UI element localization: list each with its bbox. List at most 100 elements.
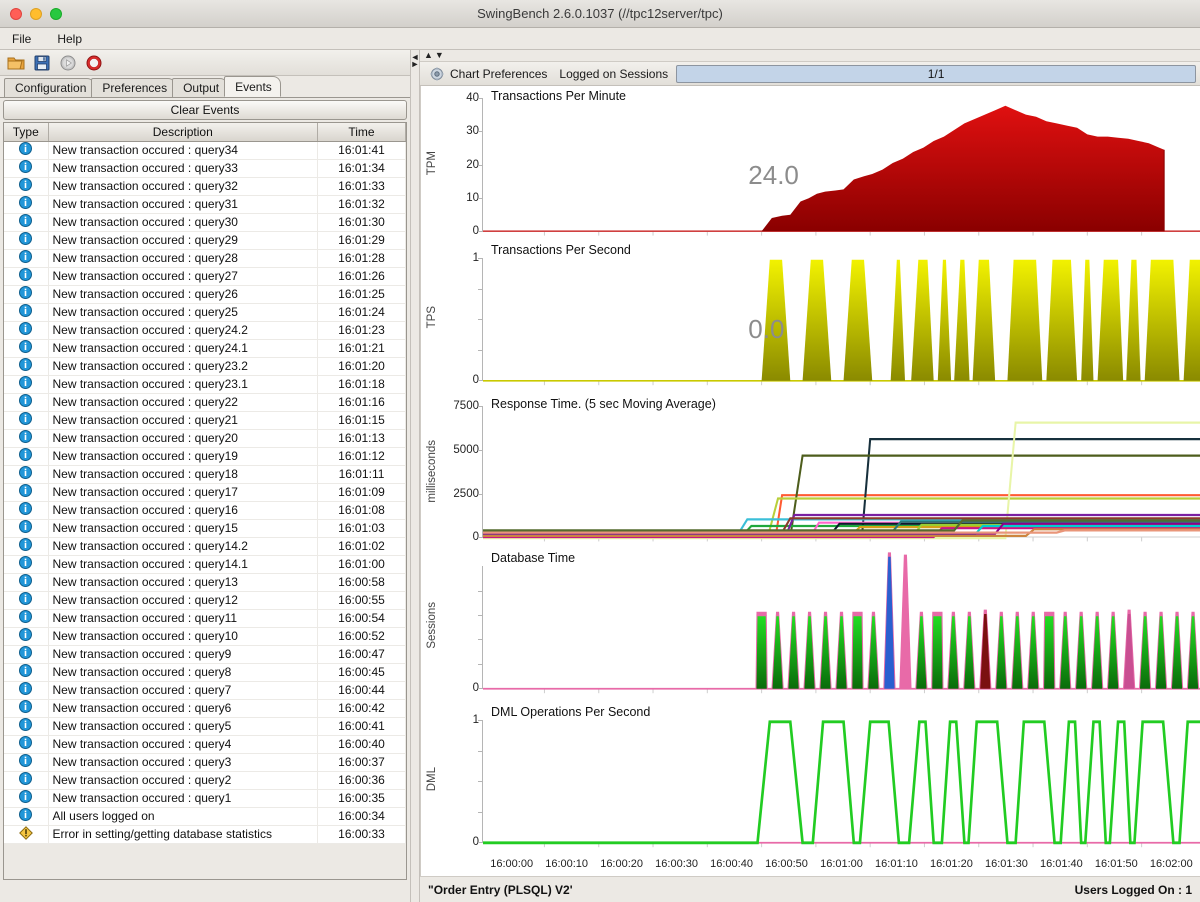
panel-splitter[interactable]: ◄ ► xyxy=(410,50,420,902)
save-icon[interactable] xyxy=(32,53,52,73)
table-row[interactable]: New transaction occured : query14.2 16:01… xyxy=(4,537,406,556)
tps-ylabel-col: TPS xyxy=(421,240,443,394)
collapse-down-arrow-icon[interactable]: ▼ xyxy=(435,51,444,60)
chart-dml-operations[interactable]: DML 01 DML Operations Per Second xyxy=(421,702,1200,856)
tab-configuration[interactable]: Configuration xyxy=(4,78,96,97)
table-row[interactable]: New transaction occured : query18 16:01:1… xyxy=(4,465,406,484)
table-row[interactable]: New transaction occured : query22 16:01:1… xyxy=(4,393,406,412)
stop-icon[interactable] xyxy=(84,53,104,73)
users-logged-on: Users Logged On : 1 xyxy=(1074,882,1192,897)
table-row[interactable]: New transaction occured : query29 16:01:2… xyxy=(4,231,406,250)
info-icon xyxy=(19,394,33,410)
event-type-cell xyxy=(4,393,49,412)
table-row[interactable]: New transaction occured : query27 16:01:2… xyxy=(4,267,406,286)
table-row[interactable]: New transaction occured : query1 16:00:35 xyxy=(4,789,406,808)
info-icon xyxy=(19,232,33,248)
table-row[interactable]: New transaction occured : query4 16:00:40 xyxy=(4,735,406,754)
table-row[interactable]: Error in setting/getting database statis… xyxy=(4,825,406,844)
table-row[interactable]: New transaction occured : query32 16:01:3… xyxy=(4,177,406,196)
sessions-progress-value: 1/1 xyxy=(927,66,945,81)
event-description-cell: New transaction occured : query2 xyxy=(48,771,318,790)
table-row[interactable]: New transaction occured : query26 16:01:2… xyxy=(4,285,406,304)
table-row[interactable]: New transaction occured : query9 16:00:47 xyxy=(4,645,406,664)
event-type-cell xyxy=(4,627,49,646)
info-icon xyxy=(19,376,33,392)
chart-database-time[interactable]: Sessions 0 Database Time xyxy=(421,548,1200,702)
column-header-type[interactable]: Type xyxy=(4,123,49,142)
event-description-cell: New transaction occured : query32 xyxy=(48,177,318,196)
dbt-svg xyxy=(483,552,1200,694)
table-row[interactable]: New transaction occured : query13 16:00:5… xyxy=(4,573,406,592)
table-row[interactable]: New transaction occured : query21 16:01:1… xyxy=(4,411,406,430)
tps-plot[interactable]: Transactions Per Second 0.0 xyxy=(483,240,1200,394)
chart-response-time[interactable]: milliseconds 0 2500 5000 7500 Response T… xyxy=(421,394,1200,548)
event-description-cell: New transaction occured : query27 xyxy=(48,267,318,286)
table-row[interactable]: New transaction occured : query17 16:01:0… xyxy=(4,483,406,502)
table-row[interactable]: New transaction occured : query12 16:00:5… xyxy=(4,591,406,610)
clear-events-button[interactable]: Clear Events xyxy=(3,100,407,120)
table-row[interactable]: New transaction occured : query11 16:00:5… xyxy=(4,609,406,628)
x-axis-tick-label: 16:01:50 xyxy=(1094,858,1138,870)
table-row[interactable]: New transaction occured : query20 16:01:1… xyxy=(4,429,406,448)
collapse-up-arrow-icon[interactable]: ▲ xyxy=(424,51,433,60)
event-type-cell xyxy=(4,573,49,592)
table-row[interactable]: New transaction occured : query14.1 16:01… xyxy=(4,555,406,574)
table-row[interactable]: New transaction occured : query24.1 16:01… xyxy=(4,339,406,358)
event-description-cell: All users logged on xyxy=(48,807,318,826)
table-row[interactable]: New transaction occured : query16 16:01:0… xyxy=(4,501,406,520)
table-row[interactable]: New transaction occured : query5 16:00:41 xyxy=(4,717,406,736)
table-row[interactable]: New transaction occured : query28 16:01:2… xyxy=(4,249,406,268)
info-icon xyxy=(19,412,33,425)
table-row[interactable]: New transaction occured : query23.2 16:01… xyxy=(4,357,406,376)
tab-output[interactable]: Output xyxy=(172,78,229,97)
event-time-cell: 16:01:21 xyxy=(317,339,406,358)
table-row[interactable]: New transaction occured : query34 16:01:4… xyxy=(4,141,406,160)
table-row[interactable]: New transaction occured : query7 16:00:44 xyxy=(4,681,406,700)
column-header-time[interactable]: Time xyxy=(317,123,406,142)
table-row[interactable]: New transaction occured : query31 16:01:3… xyxy=(4,195,406,214)
chart-transactions-per-minute[interactable]: TPM 0 10 20 30 40 Transactions Per Minut… xyxy=(421,86,1200,240)
play-icon[interactable] xyxy=(58,53,78,73)
event-time-cell: 16:00:33 xyxy=(317,825,406,844)
table-row[interactable]: New transaction occured : query25 16:01:2… xyxy=(4,303,406,322)
warning-icon xyxy=(18,825,33,840)
info-icon xyxy=(19,718,33,731)
open-icon[interactable] xyxy=(6,53,26,73)
info-icon xyxy=(19,736,33,749)
menu-file[interactable]: File xyxy=(8,30,35,48)
table-row[interactable]: New transaction occured : query33 16:01:3… xyxy=(4,159,406,178)
events-table-container[interactable]: Type Description Time New transaction oc… xyxy=(3,122,407,880)
table-row[interactable]: New transaction occured : query8 16:00:45 xyxy=(4,663,406,682)
info-icon xyxy=(19,250,33,266)
column-header-description[interactable]: Description xyxy=(48,123,318,142)
dml-plot[interactable]: DML Operations Per Second xyxy=(483,702,1200,856)
chart-preferences-button[interactable]: Chart Preferences xyxy=(424,67,557,81)
dbt-plot[interactable]: Database Time xyxy=(483,548,1200,702)
table-row[interactable]: All users logged on 16:00:34 xyxy=(4,807,406,826)
chart-transactions-per-second[interactable]: TPS 01 Transactions Per Second 0.0 xyxy=(421,240,1200,394)
table-row[interactable]: New transaction occured : query19 16:01:1… xyxy=(4,447,406,466)
left-panel-footer xyxy=(0,880,410,902)
info-icon xyxy=(19,358,33,374)
table-row[interactable]: New transaction occured : query23.1 16:01… xyxy=(4,375,406,394)
sessions-progress-bar[interactable]: 1/1 xyxy=(676,64,1196,83)
rt-plot[interactable]: Response Time. (5 sec Moving Average) xyxy=(483,394,1200,548)
table-row[interactable]: New transaction occured : query10 16:00:5… xyxy=(4,627,406,646)
event-time-cell: 16:01:34 xyxy=(317,159,406,178)
tab-events[interactable]: Events xyxy=(224,76,281,97)
table-row[interactable]: New transaction occured : query15 16:01:0… xyxy=(4,519,406,538)
splitter-right-arrow-icon[interactable]: ► xyxy=(411,60,420,69)
info-icon xyxy=(19,178,33,194)
table-row[interactable]: New transaction occured : query30 16:01:3… xyxy=(4,213,406,232)
menu-help[interactable]: Help xyxy=(53,30,86,48)
tab-preferences[interactable]: Preferences xyxy=(91,78,177,97)
info-icon xyxy=(19,772,33,788)
table-row[interactable]: New transaction occured : query2 16:00:36 xyxy=(4,771,406,790)
table-row[interactable]: New transaction occured : query3 16:00:37 xyxy=(4,753,406,772)
tpm-plot[interactable]: Transactions Per Minute 24.0 xyxy=(483,86,1200,240)
info-icon xyxy=(19,358,33,371)
info-icon xyxy=(19,394,33,407)
table-row[interactable]: New transaction occured : query24.2 16:01… xyxy=(4,321,406,340)
table-row[interactable]: New transaction occured : query6 16:00:42 xyxy=(4,699,406,718)
x-axis-tick-label: 16:00:00 xyxy=(490,858,534,870)
